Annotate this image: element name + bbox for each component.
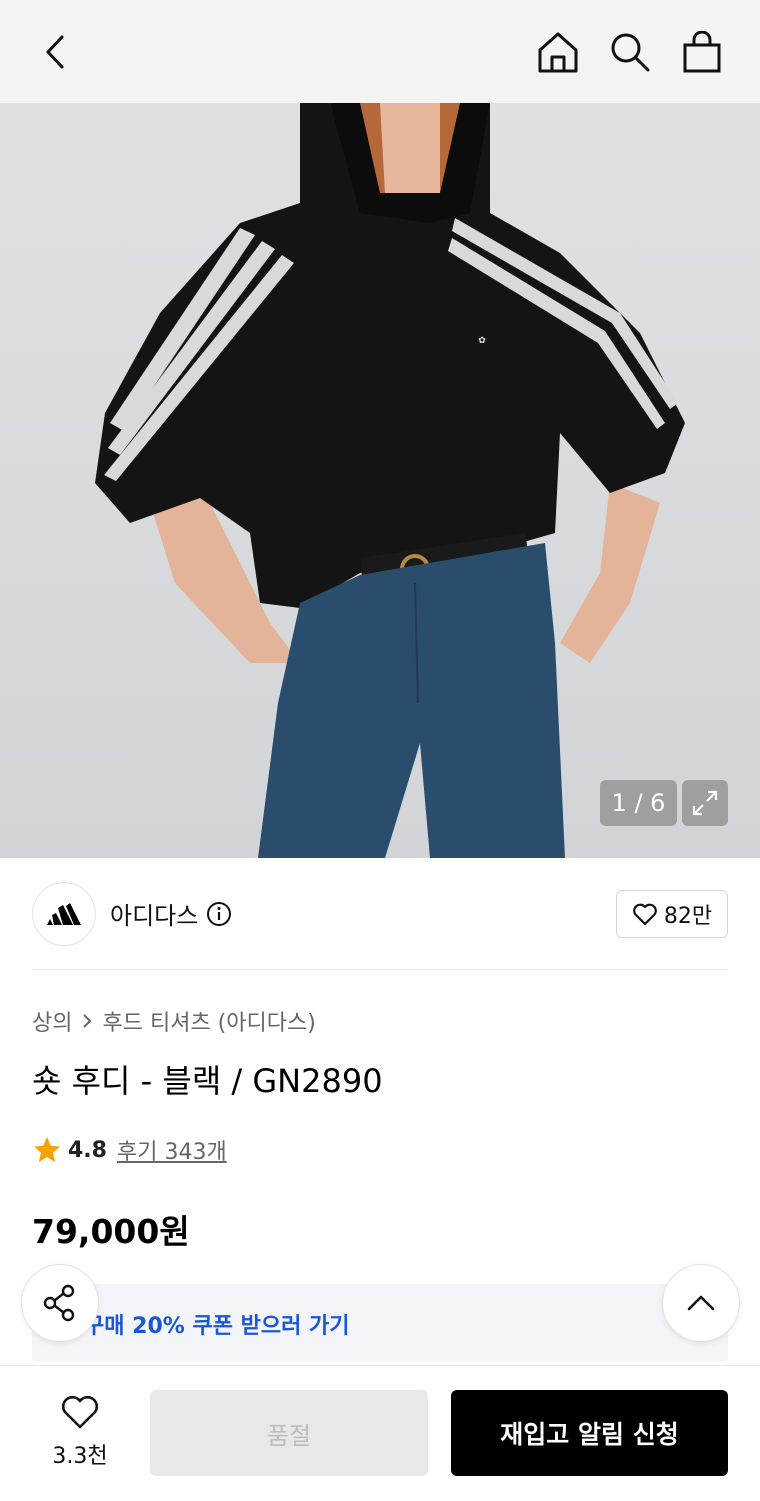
svg-text:✿: ✿ xyxy=(478,336,486,346)
brand-name: 아디다스 xyxy=(110,902,199,930)
heart-icon xyxy=(632,903,657,926)
info-icon[interactable] xyxy=(206,901,232,927)
brand-logo[interactable] xyxy=(32,882,96,946)
product-image-carousel[interactable]: ✿ xyxy=(0,103,760,858)
chevron-right-icon xyxy=(83,1014,92,1028)
coupon-banner[interactable]: 구매 20% 쿠폰 받으러 가기 xyxy=(32,1284,728,1362)
brand-row: 아디다스 82만 xyxy=(32,882,728,946)
chevron-up-icon xyxy=(687,1295,715,1311)
expand-image-button[interactable] xyxy=(682,780,728,826)
breadcrumb-category[interactable]: 상의 xyxy=(32,1005,72,1037)
star-icon xyxy=(34,1137,60,1162)
reviews-link[interactable]: 후기 343개 xyxy=(117,1134,227,1166)
product-title: 숏 후디 - 블랙 / GN2890 xyxy=(32,1062,383,1100)
scroll-top-button[interactable] xyxy=(662,1264,740,1342)
search-button[interactable] xyxy=(604,28,656,76)
cart-button[interactable] xyxy=(676,28,728,76)
divider xyxy=(32,969,728,970)
soldout-button: 품절 xyxy=(150,1390,428,1476)
image-counter: 1 / 6 xyxy=(600,780,677,826)
breadcrumb: 상의 후드 티셔츠 (아디다스) xyxy=(32,1005,316,1037)
home-button[interactable] xyxy=(532,28,584,76)
shopping-bag-icon xyxy=(683,31,721,73)
adidas-logo-icon xyxy=(47,903,81,925)
bottom-action-bar: 3.3천 품절 재입고 알림 신청 xyxy=(0,1365,760,1501)
chevron-left-icon xyxy=(46,35,64,69)
expand-icon xyxy=(692,790,718,816)
wishlist-button[interactable]: 3.3천 xyxy=(40,1394,120,1470)
top-navigation-bar xyxy=(0,0,760,103)
product-price: 79,000원 xyxy=(32,1212,190,1251)
heart-icon xyxy=(61,1395,99,1429)
rating-row: 4.8 후기 343개 xyxy=(32,1134,227,1166)
share-button[interactable] xyxy=(21,1264,99,1342)
rating-score: 4.8 xyxy=(68,1137,107,1163)
search-icon xyxy=(611,33,650,72)
brand-like-button[interactable]: 82만 xyxy=(616,890,728,938)
restock-notify-button[interactable]: 재입고 알림 신청 xyxy=(451,1390,728,1476)
breadcrumb-subcategory[interactable]: 후드 티셔츠 (아디다스) xyxy=(102,1005,315,1037)
brand-link[interactable]: 아디다스 xyxy=(110,896,232,931)
home-icon xyxy=(538,32,578,73)
share-icon xyxy=(43,1284,75,1322)
back-button[interactable] xyxy=(34,28,78,76)
product-photo: ✿ xyxy=(95,103,685,858)
wishlist-count: 3.3천 xyxy=(52,1444,108,1469)
brand-like-count: 82만 xyxy=(663,904,713,929)
coupon-text: 구매 20% 쿠폰 받으러 가기 xyxy=(84,1314,350,1339)
